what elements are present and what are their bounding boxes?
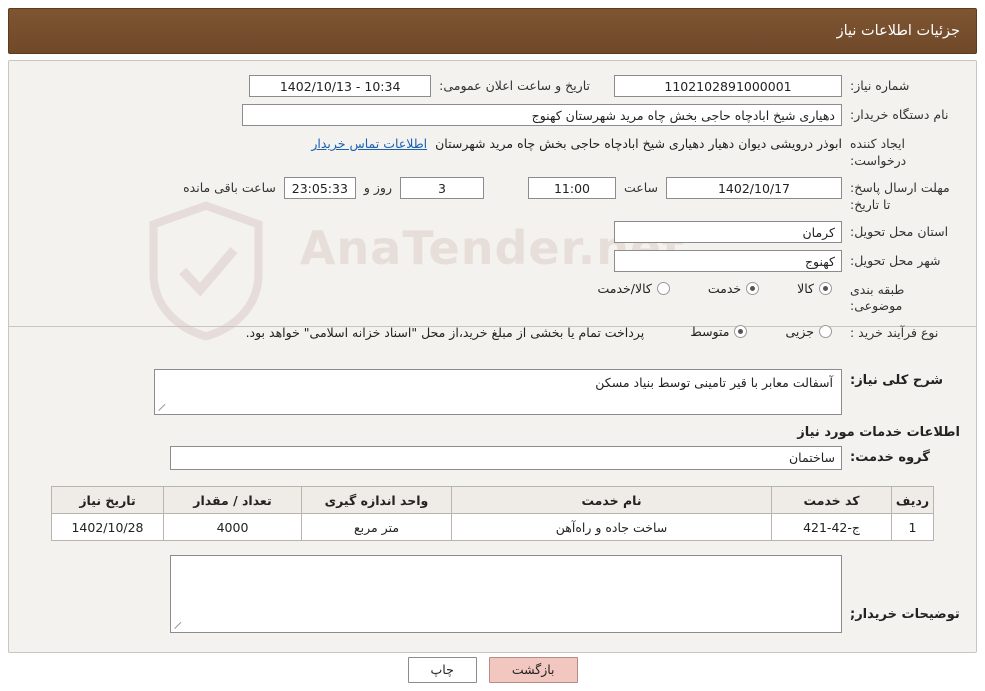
service-group-row: گروه خدمت: ساختمان (9, 444, 976, 471)
page-header: جزئیات اطلاعات نیاز (8, 8, 977, 54)
requester-label: ایجاد کننده درخواست: (850, 136, 907, 168)
td-code: ج-42-421 (771, 513, 892, 542)
footer-actions: بازگشت چاپ (0, 657, 985, 683)
need-info-section: شماره نیاز: 1102102891000001 تاریخ و ساع… (9, 61, 976, 355)
radio-medium-icon[interactable] (734, 325, 748, 339)
td-row: 1 (891, 513, 934, 542)
radio-goods-service-icon[interactable] (656, 281, 670, 295)
page-root: جزئیات اطلاعات نیاز AnaTender.net شماره … (0, 0, 985, 691)
remaining-time-value: 23:05:33 (283, 176, 356, 199)
category-option-goods-service-label: کالا/خدمت (597, 280, 652, 296)
announce-datetime-value: 10:34 - 1402/10/13 (249, 75, 432, 97)
category-option-goods[interactable]: کالا (795, 281, 842, 296)
th-code: کد خدمت (771, 486, 892, 515)
table-row: 1 ج-42-421 ساخت جاده و راه‌آهن متر مربع … (51, 513, 934, 542)
province-label: استان محل تحویل: (850, 223, 949, 239)
purchase-option-minor-label: جزیی (785, 324, 814, 340)
radio-service-icon[interactable] (746, 281, 760, 295)
deadline-date-value: 1402/10/17 (666, 176, 842, 199)
service-group-value: ساختمان (170, 446, 842, 471)
row-deadline: مهلت ارسال پاسخ: تا تاریخ: 1402/10/17 سا… (25, 176, 960, 214)
announce-datetime-label: تاریخ و ساعت اعلان عمومی: (439, 78, 590, 93)
payment-note: پرداخت تمام یا بخشی از مبلغ خرید،از محل … (245, 325, 645, 341)
th-qty: تعداد / مقدار (163, 486, 302, 515)
deadline-label: مهلت ارسال پاسخ: تا تاریخ: (850, 179, 950, 212)
purchase-option-medium-label: متوسط (690, 324, 730, 340)
radio-goods-icon[interactable] (819, 281, 832, 295)
remaining-days-value: 3 (399, 176, 484, 199)
row-category: طبقه بندی موضوعی: کالا خدمت کالا/خدمت (25, 279, 960, 316)
row-requester: ایجاد کننده درخواست: ابوذر درویشی دیوان … (25, 133, 960, 170)
td-date: 1402/10/28 (51, 513, 164, 542)
category-label: طبقه بندی موضوعی: (850, 281, 905, 314)
service-group-label: گروه خدمت: (850, 450, 930, 466)
remaining-days-label: روز و (363, 179, 392, 195)
buyer-notes-textarea[interactable] (170, 555, 842, 634)
details-panel: AnaTender.net شماره نیاز: 11021028910000… (8, 60, 977, 653)
buyer-contact-link[interactable]: اطلاعات تماس خریدار (311, 133, 435, 151)
row-province: استان محل تحویل: کرمان (25, 220, 960, 243)
deadline-hour-label: ساعت (623, 179, 658, 195)
table-header-row: ردیف کد خدمت نام خدمت واحد اندازه گیری ت… (51, 486, 934, 515)
category-option-service[interactable]: خدمت (706, 281, 769, 296)
buyer-org-value: دهیاری شیخ ابادچاه حاجی بخش چاه مرید شهر… (242, 104, 842, 126)
buyer-notes-label: توضیحات خریدار; (850, 607, 960, 623)
td-qty: 4000 (163, 513, 302, 542)
row-buyer-org: نام دستگاه خریدار: دهیاری شیخ ابادچاه حا… (25, 104, 960, 126)
deadline-hour-value: 11:00 (527, 176, 616, 199)
th-unit: واحد اندازه گیری (301, 486, 452, 515)
need-number-label: شماره نیاز: (850, 78, 910, 93)
row-need-number: شماره نیاز: 1102102891000001 تاریخ و ساع… (25, 75, 960, 97)
province-value: کرمان (614, 220, 842, 243)
row-city: شهر محل تحویل: کهنوج (25, 249, 960, 272)
need-number-value: 1102102891000001 (614, 75, 842, 97)
td-name: ساخت جاده و راه‌آهن (451, 513, 772, 542)
th-name: نام خدمت (451, 486, 772, 515)
category-option-service-label: خدمت (707, 280, 742, 296)
general-description-row: شرح کلی نیاز: آسفالت معابر با قیر تامینی… (9, 355, 976, 416)
radio-minor-icon[interactable] (819, 325, 832, 339)
th-date: تاریخ نیاز (51, 486, 164, 515)
requester-value: ابوذر درویشی دیوان دهیار دهیاری شیخ اباد… (435, 136, 842, 151)
category-option-goods-label: کالا (797, 280, 814, 296)
city-value: کهنوج (614, 249, 842, 272)
buyer-org-label: نام دستگاه خریدار: (850, 107, 949, 122)
purchase-option-medium[interactable]: متوسط (688, 324, 757, 339)
td-unit: متر مربع (301, 513, 452, 542)
resize-grip-icon[interactable] (174, 620, 184, 630)
resize-grip-icon[interactable] (158, 402, 168, 412)
category-option-goods-service[interactable]: کالا/خدمت (595, 281, 679, 296)
general-description-label: شرح کلی نیاز: (850, 373, 944, 389)
purchase-type-label: نوع فرآیند خرید : (850, 325, 939, 341)
back-button[interactable]: بازگشت (488, 657, 578, 683)
services-section-title: اطلاعات خدمات مورد نیاز (797, 425, 960, 441)
general-description-textarea[interactable]: آسفالت معابر با قیر تامینی توسط بنیاد مس… (154, 369, 842, 416)
buyer-notes-row: توضیحات خریدار; (9, 541, 976, 634)
purchase-option-minor[interactable]: جزیی (783, 324, 842, 339)
city-label: شهر محل تحویل: (850, 252, 941, 268)
services-table: ردیف کد خدمت نام خدمت واحد اندازه گیری ت… (51, 486, 934, 542)
services-table-wrapper: ردیف کد خدمت نام خدمت واحد اندازه گیری ت… (9, 470, 976, 542)
remaining-suffix-label: ساعت باقی مانده (183, 179, 276, 195)
row-purchase-type: نوع فرآیند خرید : جزیی متوسط پرداخت تمام… (25, 322, 960, 342)
th-row: ردیف (891, 486, 934, 515)
page-title: جزئیات اطلاعات نیاز (836, 23, 960, 39)
print-button[interactable]: چاپ (407, 657, 477, 683)
